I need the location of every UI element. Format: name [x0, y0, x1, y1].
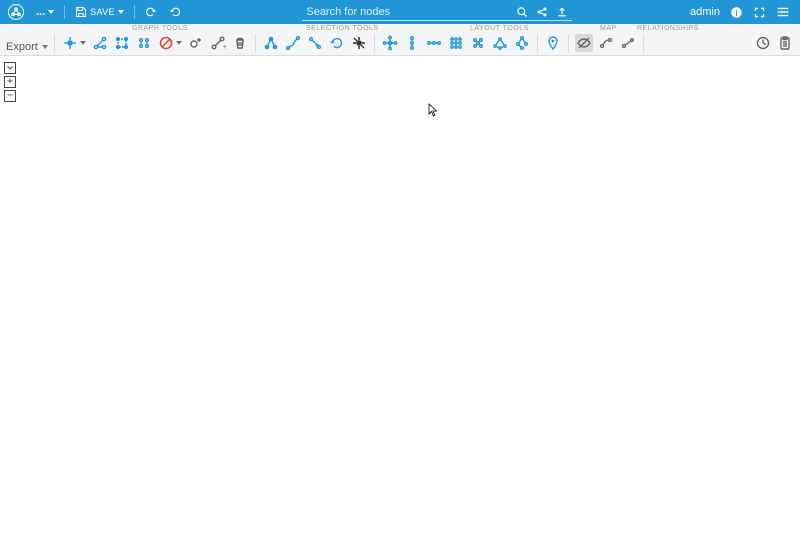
group-relationships: [569, 33, 643, 53]
layout-radial-button[interactable]: [381, 34, 399, 52]
separator: [643, 34, 644, 53]
zoom-controls: + −: [4, 62, 16, 102]
add-link-button[interactable]: +: [209, 34, 227, 52]
search-field[interactable]: [302, 4, 572, 21]
layout-vertical-button[interactable]: [403, 34, 421, 52]
export-button[interactable]: Export: [0, 41, 54, 53]
layout-grid-button[interactable]: [447, 34, 465, 52]
select-path-button[interactable]: [284, 34, 302, 52]
redo-button[interactable]: [165, 2, 185, 22]
redo-icon: [169, 6, 181, 18]
undo-button[interactable]: [141, 2, 161, 22]
add-node-button[interactable]: [187, 34, 205, 52]
layout-cluster-button[interactable]: [469, 34, 487, 52]
group-selection-tools: [256, 33, 374, 53]
relation-curve-button[interactable]: [597, 34, 615, 52]
ungroup-button[interactable]: [135, 34, 153, 52]
separator: [64, 5, 65, 19]
delete-button[interactable]: [231, 34, 249, 52]
history-button[interactable]: [754, 34, 772, 52]
collapse-toggle-button[interactable]: [4, 62, 16, 74]
group-map: [538, 33, 568, 53]
map-pin-button[interactable]: [544, 34, 562, 52]
relation-straight-button[interactable]: [619, 34, 637, 52]
group-right: [748, 33, 800, 53]
export-label: Export: [6, 41, 38, 53]
clear-button[interactable]: [157, 34, 183, 52]
undo-icon: [145, 6, 157, 18]
menu-icon[interactable]: [776, 5, 790, 19]
save-label: SAVE: [90, 7, 115, 17]
relation-hidden-button[interactable]: [575, 34, 593, 52]
zoom-out-button[interactable]: −: [4, 90, 16, 102]
fullscreen-icon[interactable]: [753, 6, 766, 19]
more-label: ...: [36, 6, 45, 18]
layout-horizontal-button[interactable]: [425, 34, 443, 52]
expand-selection-button[interactable]: [113, 34, 131, 52]
topbar: ... SAVE admin i: [0, 0, 800, 24]
ribbon: GRAPH TOOLS SELECTION TOOLS LAYOUT TOOLS…: [0, 24, 800, 56]
group-layout-tools: [375, 33, 537, 53]
share-icon[interactable]: [536, 6, 548, 18]
center-node-button[interactable]: [61, 34, 87, 52]
layout-tree-button[interactable]: [513, 34, 531, 52]
clipboard-button[interactable]: [776, 34, 794, 52]
info-icon[interactable]: i: [730, 6, 743, 19]
select-connected-button[interactable]: [262, 34, 280, 52]
app-logo[interactable]: [4, 2, 28, 22]
search-icon[interactable]: [516, 6, 528, 18]
clear-selection-button[interactable]: [350, 34, 368, 52]
svg-text:i: i: [735, 8, 737, 17]
save-icon: [75, 6, 87, 18]
upload-icon[interactable]: [556, 6, 568, 18]
svg-text:+: +: [223, 44, 226, 51]
branch-button[interactable]: [91, 34, 109, 52]
search-input[interactable]: [302, 4, 512, 20]
more-menu[interactable]: ...: [32, 2, 58, 22]
separator: [134, 5, 135, 19]
save-button[interactable]: SAVE: [71, 2, 128, 22]
username[interactable]: admin: [690, 6, 720, 18]
zoom-in-button[interactable]: +: [4, 76, 16, 88]
cursor-icon: [428, 103, 438, 120]
select-downstream-button[interactable]: [306, 34, 324, 52]
group-graph-tools: +: [55, 33, 255, 53]
layout-network-button[interactable]: [491, 34, 509, 52]
refresh-selection-button[interactable]: [328, 34, 346, 52]
